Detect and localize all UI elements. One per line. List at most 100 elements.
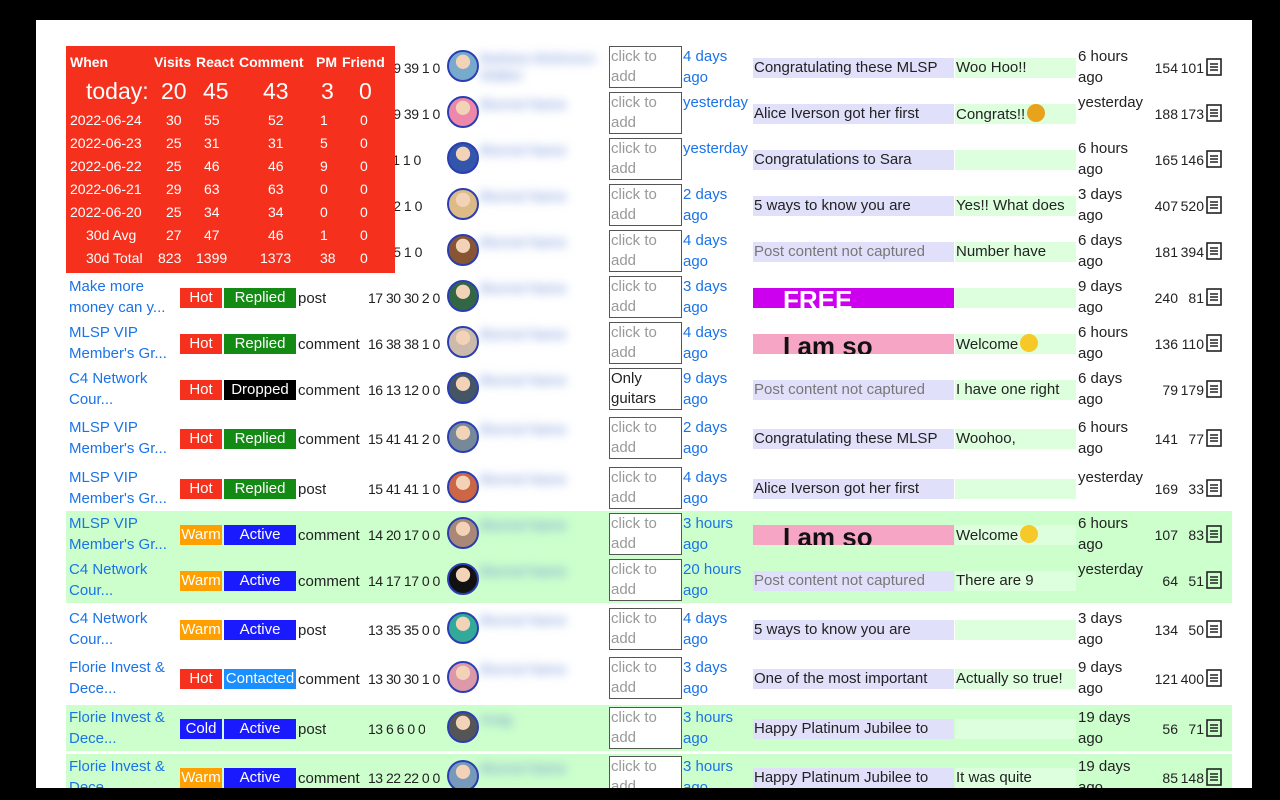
post-preview[interactable]: Alice Iverson got her first: [753, 479, 954, 499]
avatar[interactable]: [447, 234, 479, 266]
last-contact-link[interactable]: 4 days ago: [683, 608, 753, 650]
note-field[interactable]: click to add: [609, 657, 682, 699]
note-field[interactable]: click to add: [609, 756, 682, 788]
document-icon[interactable]: [1206, 334, 1222, 352]
avatar[interactable]: [447, 711, 479, 743]
group-link[interactable]: C4 Network Cour...: [69, 368, 179, 412]
contact-name[interactable]: Blurred Name: [480, 142, 606, 176]
last-contact-link[interactable]: yesterday: [683, 92, 753, 113]
status-badge[interactable]: Replied: [224, 479, 296, 499]
avatar[interactable]: [447, 372, 479, 404]
contact-name[interactable]: Blurred Name: [480, 234, 606, 268]
post-preview[interactable]: Happy Platinum Jubilee to: [753, 768, 954, 788]
post-preview[interactable]: I am so: [753, 525, 954, 545]
status-badge[interactable]: Active: [224, 620, 296, 640]
note-field[interactable]: click to add: [609, 559, 682, 601]
contact-name[interactable]: Blurred Name: [480, 326, 606, 360]
group-link[interactable]: C4 Network Cour...: [69, 559, 179, 603]
avatar[interactable]: [447, 280, 479, 312]
post-preview[interactable]: Alice Iverson got her first: [753, 104, 954, 124]
post-preview[interactable]: 5 ways to know you are: [753, 620, 954, 640]
group-link[interactable]: MLSP VIP Member's Gr...: [69, 467, 179, 511]
contact-name[interactable]: Blurred Name: [480, 517, 606, 551]
post-preview[interactable]: One of the most important: [753, 669, 954, 689]
avatar[interactable]: [447, 142, 479, 174]
avatar[interactable]: [447, 421, 479, 453]
last-contact-link[interactable]: 20 hours ago: [683, 559, 753, 601]
document-icon[interactable]: [1206, 525, 1222, 543]
document-icon[interactable]: [1206, 719, 1222, 737]
document-icon[interactable]: [1206, 242, 1222, 260]
status-badge[interactable]: Active: [224, 768, 296, 788]
document-icon[interactable]: [1206, 479, 1222, 497]
contact-name[interactable]: Blurred Name: [480, 563, 606, 597]
note-field[interactable]: click to add: [609, 46, 682, 88]
last-contact-link[interactable]: yesterday: [683, 138, 753, 159]
note-field[interactable]: Only guitars: [609, 368, 682, 410]
last-contact-link[interactable]: 3 days ago: [683, 657, 753, 699]
avatar[interactable]: [447, 50, 479, 82]
document-icon[interactable]: [1206, 104, 1222, 122]
note-field[interactable]: click to add: [609, 608, 682, 650]
document-icon[interactable]: [1206, 571, 1222, 589]
note-field[interactable]: click to add: [609, 92, 682, 134]
note-field[interactable]: click to add: [609, 138, 682, 180]
note-field[interactable]: click to add: [609, 467, 682, 509]
last-contact-link[interactable]: 4 days ago: [683, 46, 753, 88]
note-field[interactable]: click to add: [609, 230, 682, 272]
document-icon[interactable]: [1206, 58, 1222, 76]
group-link[interactable]: Florie Invest & Dece...: [69, 707, 179, 751]
status-badge[interactable]: Active: [224, 525, 296, 545]
status-badge[interactable]: Replied: [224, 288, 296, 308]
contact-name[interactable]: Blurred Name: [480, 280, 606, 314]
contact-name[interactable]: Blurred Name: [480, 760, 606, 788]
avatar[interactable]: [447, 612, 479, 644]
document-icon[interactable]: [1206, 288, 1222, 306]
note-field[interactable]: click to add: [609, 417, 682, 459]
last-contact-link[interactable]: 2 days ago: [683, 417, 753, 459]
post-preview[interactable]: Post content not captured: [753, 380, 954, 400]
post-preview[interactable]: Post content not captured: [753, 571, 954, 591]
document-icon[interactable]: [1206, 620, 1222, 638]
note-field[interactable]: click to add: [609, 184, 682, 226]
post-preview[interactable]: Congratulating these MLSP: [753, 58, 954, 78]
status-badge[interactable]: Active: [224, 719, 296, 739]
group-link[interactable]: MLSP VIP Member's Gr...: [69, 513, 179, 557]
contact-name[interactable]: Avag: [480, 711, 606, 745]
last-contact-link[interactable]: 3 days ago: [683, 276, 753, 318]
last-contact-link[interactable]: 3 hours ago: [683, 707, 753, 749]
group-link[interactable]: C4 Network Cour...: [69, 608, 179, 652]
group-link[interactable]: MLSP VIP Member's Gr...: [69, 322, 179, 366]
contact-name[interactable]: Blurred Name: [480, 372, 606, 406]
document-icon[interactable]: [1206, 669, 1222, 687]
document-icon[interactable]: [1206, 150, 1222, 168]
avatar[interactable]: [447, 96, 479, 128]
status-badge[interactable]: Dropped: [224, 380, 296, 400]
contact-name[interactable]: Blurred Name: [480, 421, 606, 455]
note-field[interactable]: click to add: [609, 707, 682, 749]
post-preview[interactable]: I am so: [753, 334, 954, 354]
avatar[interactable]: [447, 471, 479, 503]
group-link[interactable]: MLSP VIP Member's Gr...: [69, 417, 179, 461]
contact-name[interactable]: Barbara Mckinnon-Walker: [480, 50, 606, 84]
avatar[interactable]: [447, 760, 479, 788]
post-preview[interactable]: 5 ways to know you are: [753, 196, 954, 216]
document-icon[interactable]: [1206, 768, 1222, 786]
note-field[interactable]: click to add: [609, 276, 682, 318]
group-link[interactable]: Florie Invest & Dece...: [69, 756, 179, 788]
status-badge[interactable]: Replied: [224, 429, 296, 449]
post-preview[interactable]: Congratulations to Sara: [753, 150, 954, 170]
document-icon[interactable]: [1206, 380, 1222, 398]
avatar[interactable]: [447, 517, 479, 549]
note-field[interactable]: click to add: [609, 322, 682, 364]
status-badge[interactable]: Contacted: [224, 669, 296, 689]
post-preview[interactable]: FREE: [753, 288, 954, 308]
contact-name[interactable]: Blurred Name: [480, 471, 606, 505]
document-icon[interactable]: [1206, 429, 1222, 447]
group-link[interactable]: Make more money can y...: [69, 276, 179, 320]
document-icon[interactable]: [1206, 196, 1222, 214]
last-contact-link[interactable]: 9 days ago: [683, 368, 753, 410]
contact-name[interactable]: Blurred Name: [480, 612, 606, 646]
last-contact-link[interactable]: 4 days ago: [683, 230, 753, 272]
note-field[interactable]: click to add: [609, 513, 682, 555]
